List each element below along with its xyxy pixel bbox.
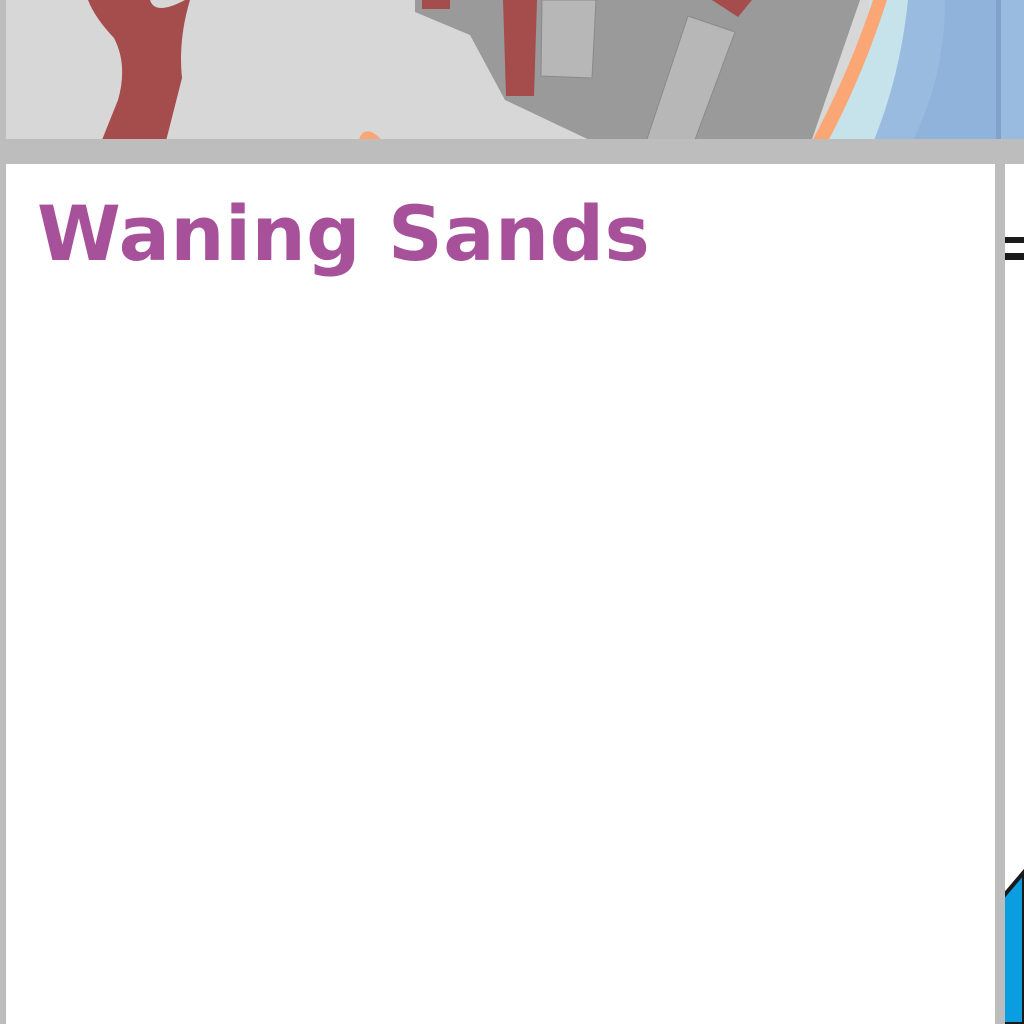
road-branch: [503, 0, 537, 96]
map-frame-bottom: [0, 139, 1024, 145]
map-view: Waning Sands: [0, 0, 1024, 1024]
building-1: [540, 0, 597, 79]
map-basemap[interactable]: [0, 0, 1024, 145]
sea-grid-line: [996, 0, 1001, 145]
road-segment: [422, 0, 450, 9]
blue-triangle-marker-icon: [1005, 868, 1024, 1024]
adjacent-panel: [1005, 164, 1024, 1024]
location-title: Waning Sands: [37, 189, 651, 278]
edge-tick-icon: [1005, 237, 1024, 243]
map-frame-left: [0, 0, 6, 145]
location-panel: Waning Sands: [6, 164, 995, 1024]
